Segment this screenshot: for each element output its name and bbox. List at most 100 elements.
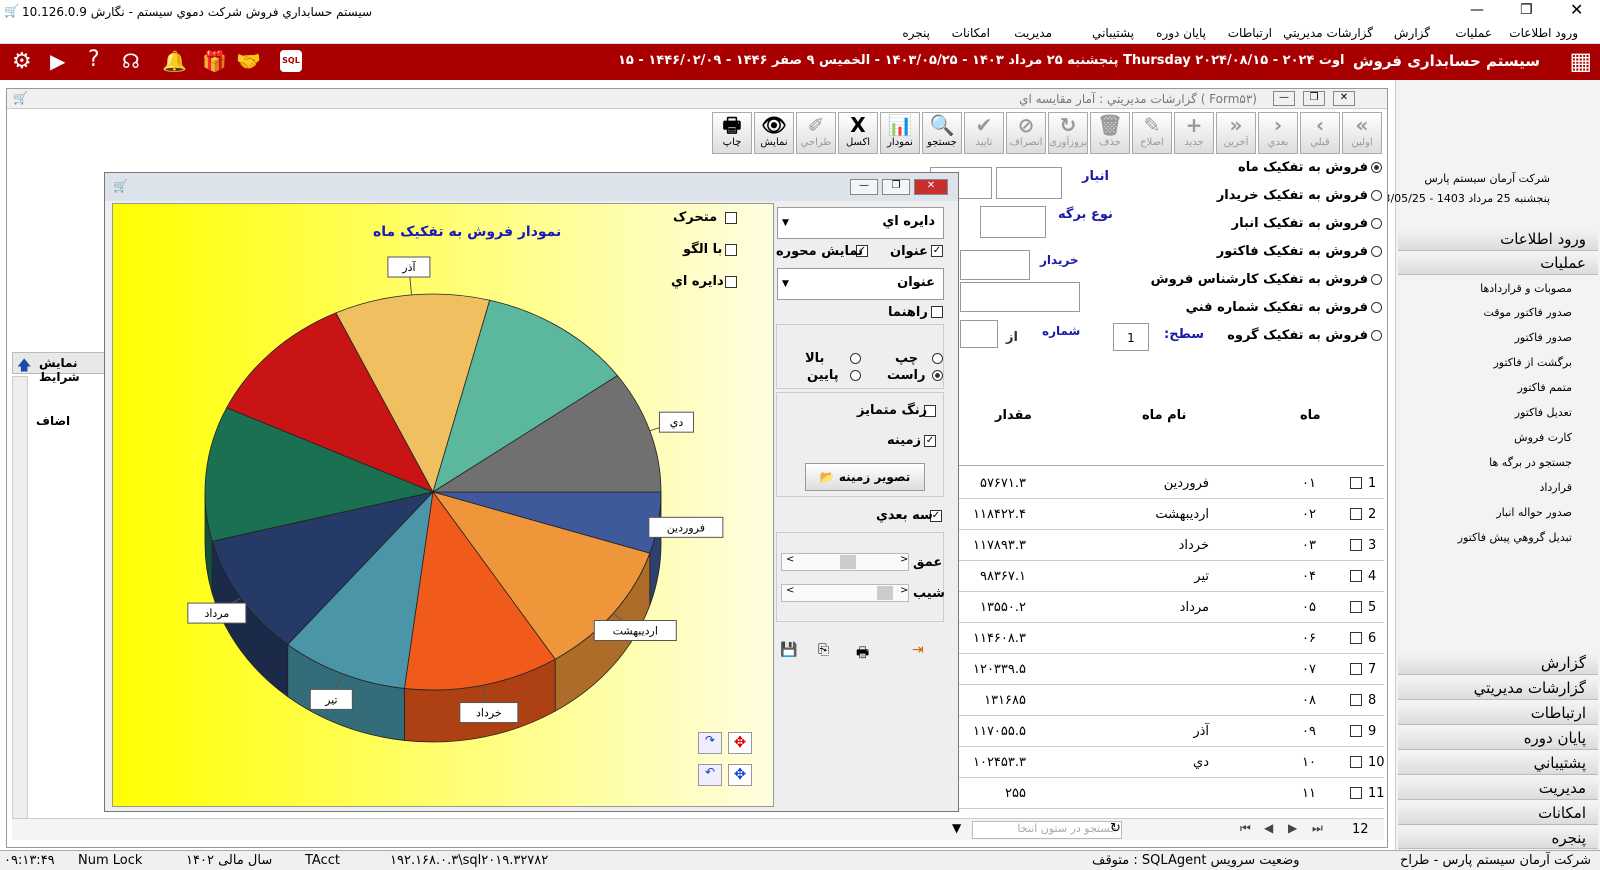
form-maximize-button[interactable]: ❐ <box>1303 91 1325 106</box>
motahrek-checkbox[interactable] <box>725 212 737 224</box>
menu-item[interactable]: پنجره <box>902 26 930 40</box>
nav-sub-item[interactable]: تعديل فاکتور <box>1515 406 1572 419</box>
sath-spinner[interactable]: 1 <box>1113 323 1149 351</box>
row-checkbox[interactable] <box>1350 601 1362 613</box>
toolbar-button-4[interactable]: + جديد <box>1174 112 1214 154</box>
table-row[interactable]: 1 ۰۱ فروردين ۵۷۶۷۱.۳ <box>950 468 1384 499</box>
bg-image-button[interactable]: 📂 تصوير زمينه <box>805 463 925 491</box>
toolbar-button-15[interactable]: 🖶 چاپ <box>712 112 752 154</box>
toolbar-button-11[interactable]: 📊 نمودار <box>880 112 920 154</box>
nav-sub-item[interactable]: جستجو در برگه ها <box>1489 456 1572 469</box>
radio-circle[interactable] <box>1371 162 1382 173</box>
rahnama-checkbox[interactable] <box>931 306 943 318</box>
anbar-input[interactable] <box>996 167 1062 199</box>
col-header-mah[interactable]: ماه <box>1300 408 1321 423</box>
row-checkbox[interactable] <box>1350 787 1362 799</box>
menu-item[interactable]: ارتباطات <box>1228 26 1272 40</box>
nav-item[interactable]: ارتباطات <box>1398 702 1598 725</box>
menu-item[interactable]: مديريت <box>1014 26 1052 40</box>
kharidar-name-input[interactable] <box>960 282 1080 312</box>
table-row[interactable]: 9 ۰۹ آذر ۱۱۷۰۵۵.۵ <box>950 716 1384 747</box>
background-checkbox[interactable]: ✓ <box>924 435 936 447</box>
menu-item[interactable]: گزارشات مديريتي <box>1283 26 1373 40</box>
report-type-radio[interactable]: فروش به تفکيک گروه <box>1227 328 1382 343</box>
form-minimize-button[interactable]: — <box>1273 91 1295 106</box>
nav-first-icon[interactable]: ⏮ <box>1240 821 1251 836</box>
move-icon[interactable]: ✥ <box>728 732 752 754</box>
zoom-icon[interactable]: ✥ <box>728 764 752 786</box>
nav-next-icon[interactable]: ▶ <box>1288 821 1297 835</box>
toolbar-button-9[interactable]: ✔ تاييد <box>964 112 1004 154</box>
kharidar-input[interactable] <box>960 250 1030 280</box>
help-icon[interactable]: ? <box>88 47 100 72</box>
depth-slider-thumb[interactable] <box>840 555 856 569</box>
gift-icon[interactable]: 🎁 <box>202 49 227 73</box>
chart-maximize-button[interactable]: ❐ <box>882 179 910 195</box>
rotate-cw-icon[interactable]: ↷ <box>698 732 722 754</box>
report-type-radio[interactable]: فروش به تفکيک فاکتور <box>1217 244 1382 259</box>
exit-icon[interactable]: ⇥ <box>912 642 934 664</box>
shomare-from-input[interactable] <box>960 320 998 348</box>
filter-icon[interactable]: ▼ <box>952 821 961 835</box>
close-button[interactable]: ✕ <box>1570 0 1583 19</box>
col-header-nam[interactable]: نام ماه <box>1142 408 1186 423</box>
nav-sub-item[interactable]: صدور فاکتور <box>1515 331 1572 344</box>
rotate-ccw-icon[interactable]: ↶ <box>698 764 722 786</box>
report-type-radio[interactable]: فروش به تفکيک انبار <box>1232 216 1382 231</box>
nav-item[interactable]: عمليات <box>1398 252 1598 275</box>
slope-slider[interactable]: < > <box>781 584 909 602</box>
gear-icon[interactable]: ⚙ <box>12 49 32 74</box>
row-checkbox[interactable] <box>1350 725 1362 737</box>
toolbar-button-0[interactable]: «اولين <box>1342 112 1382 154</box>
nav-item[interactable]: گزارش <box>1398 652 1598 675</box>
table-row[interactable]: 11 ۱۱ ۲۵۵ <box>950 778 1385 809</box>
pos-rast-radio[interactable] <box>932 370 943 381</box>
toolbar-button-14[interactable]: 👁 نمايش <box>754 112 794 154</box>
chart-minimize-button[interactable]: — <box>850 179 878 195</box>
toolbar-button-7[interactable]: ↻ بروزآوری <box>1048 112 1088 154</box>
chart-close-button[interactable]: ✕ <box>914 179 948 195</box>
toolbar-button-13[interactable]: ✐ طراحي <box>796 112 836 154</box>
grid-menu-icon[interactable]: ▦ <box>1569 47 1592 75</box>
toolbar-button-1[interactable]: ‹ قبلي <box>1300 112 1340 154</box>
row-checkbox[interactable] <box>1350 632 1362 644</box>
nav-sub-item[interactable]: صدور حواله انبار <box>1496 506 1572 519</box>
pos-bala-radio[interactable] <box>850 353 861 364</box>
row-checkbox[interactable] <box>1350 663 1362 675</box>
column-search-input[interactable]: جستجو در ستون انتخا <box>972 821 1122 839</box>
title-checkbox[interactable]: ✓ <box>931 245 943 257</box>
minimize-button[interactable]: — <box>1470 2 1484 18</box>
table-row[interactable]: 3 ۰۳ خرداد ۱۱۷۸۹۳.۳ <box>950 530 1384 561</box>
table-row[interactable]: 4 ۰۴ تير ۹۸۳۶۷.۱ <box>950 561 1384 592</box>
video-icon[interactable]: ▶ <box>50 49 65 73</box>
depth-slider[interactable]: < > <box>781 553 909 571</box>
menu-item[interactable]: عمليات <box>1455 26 1492 40</box>
report-type-radio[interactable]: فروش به تفکيک خريدار <box>1217 188 1382 203</box>
col-header-meghdar[interactable]: مقدار <box>995 408 1032 423</box>
barge-type-input[interactable] <box>980 206 1046 238</box>
radio-circle[interactable] <box>1371 190 1382 201</box>
print-icon[interactable]: 🖶 <box>856 642 878 664</box>
nav-item[interactable]: ورود اطلاعات <box>1398 228 1598 251</box>
nav-last-icon[interactable]: ⏭ <box>1312 821 1323 836</box>
pos-chap-radio[interactable] <box>932 353 943 364</box>
menu-item[interactable]: امکانات <box>952 26 990 40</box>
nav-sub-item[interactable]: کارت فروش <box>1514 431 1572 444</box>
form-close-button[interactable]: ✕ <box>1333 91 1355 106</box>
slope-slider-thumb[interactable] <box>877 586 893 600</box>
table-row[interactable]: 7 ۰۷ ۱۲۰۳۳۹.۵ <box>950 654 1384 685</box>
row-checkbox[interactable] <box>1350 694 1362 706</box>
bell-icon[interactable]: 🔔 <box>162 49 187 73</box>
nav-sub-item[interactable]: تبديل گروهي پيش فاکتور <box>1458 531 1572 544</box>
chart-type-select[interactable]: دايره اي <box>777 207 944 239</box>
save-icon[interactable]: 💾 <box>780 642 802 664</box>
nav-sub-item[interactable]: صدور فاکتور موقت <box>1483 306 1572 319</box>
radio-circle[interactable] <box>1371 330 1382 341</box>
toolbar-button-2[interactable]: › بعدي <box>1258 112 1298 154</box>
table-row[interactable]: 5 ۰۵ مرداد ۱۳۵۵۰.۲ <box>950 592 1384 623</box>
radio-circle[interactable] <box>1371 246 1382 257</box>
table-row[interactable]: 6 ۰۶ ۱۱۴۶۰۸.۳ <box>950 623 1384 654</box>
title-select[interactable]: عنوان <box>777 268 944 300</box>
toolbar-button-12[interactable]: X اکسل <box>838 112 878 154</box>
pos-paein-radio[interactable] <box>850 370 861 381</box>
